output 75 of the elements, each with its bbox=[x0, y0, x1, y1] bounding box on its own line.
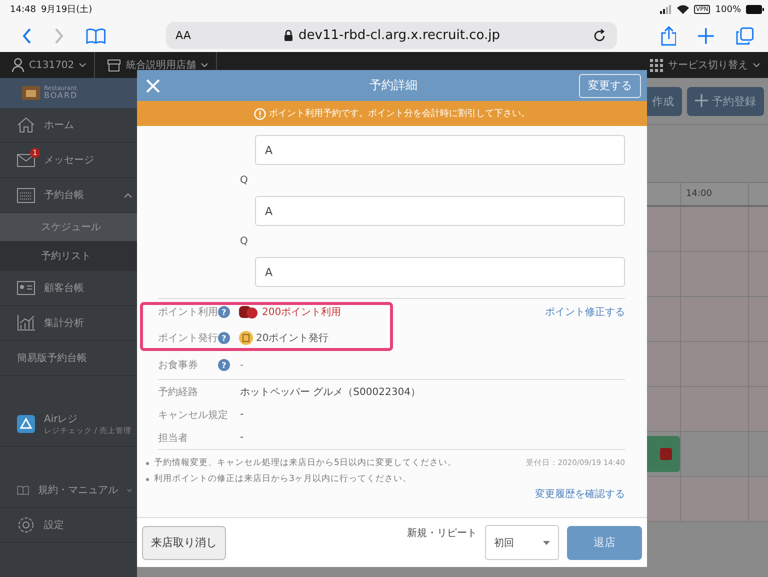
new-tab-icon[interactable] bbox=[698, 28, 714, 44]
bullet-icon bbox=[146, 478, 149, 480]
edit-button[interactable]: 変更する bbox=[579, 74, 641, 98]
point-value: 200ポイント利用 bbox=[262, 306, 342, 319]
dialog-title: 予約詳細 bbox=[370, 77, 418, 94]
plus-icon bbox=[695, 94, 708, 106]
address-bar[interactable]: AA dev11-rbd-cl.arg.x.recruit.co.jp bbox=[166, 22, 617, 49]
point-edit-link[interactable]: ポイント修正する bbox=[545, 305, 625, 319]
settings-icon bbox=[17, 516, 35, 534]
detail-value: ホットペッパー グルメ（S00022304） bbox=[240, 386, 420, 398]
help-icon[interactable]: ? bbox=[218, 332, 230, 344]
detail-value: - bbox=[240, 409, 244, 420]
detail-label: 担当者 bbox=[158, 432, 189, 444]
battery-percent: 100% bbox=[715, 4, 741, 14]
answer-field[interactable]: A bbox=[255, 196, 625, 226]
back-icon[interactable] bbox=[22, 28, 32, 44]
caret-icon bbox=[201, 63, 208, 67]
answer-field[interactable]: A bbox=[255, 135, 625, 165]
create-button[interactable]: 作成 bbox=[644, 86, 682, 116]
battery-icon bbox=[746, 5, 764, 14]
point-label: ポイント利用 bbox=[158, 306, 218, 319]
repeat-label: 新規・リピート bbox=[407, 526, 477, 540]
detail-label: キャンセル規定 bbox=[158, 408, 229, 422]
text-size-button[interactable]: AA bbox=[176, 29, 191, 42]
share-icon[interactable] bbox=[660, 26, 676, 46]
question-label: Q bbox=[240, 236, 248, 247]
help-icon[interactable]: ? bbox=[218, 359, 230, 371]
caret-icon bbox=[79, 63, 86, 67]
repeat-select[interactable]: 初回 bbox=[485, 525, 559, 560]
detail-label: 予約経路 bbox=[158, 386, 199, 398]
bookmarks-icon[interactable] bbox=[86, 28, 106, 44]
point-value: 20ポイント発行 bbox=[256, 332, 329, 345]
bullet-icon bbox=[146, 462, 149, 464]
point-label: ポイント発行 bbox=[158, 332, 218, 345]
calendar-icon bbox=[17, 187, 35, 203]
sidebar-subitem[interactable]: 予約リスト bbox=[0, 242, 137, 271]
home-icon bbox=[17, 117, 35, 133]
reload-icon[interactable] bbox=[592, 28, 607, 42]
tabs-icon[interactable] bbox=[736, 26, 754, 44]
status-time: 14:48 bbox=[10, 4, 36, 14]
lock-icon bbox=[284, 30, 293, 41]
chart-icon bbox=[17, 315, 35, 331]
change-history-link[interactable]: 変更履歴を確認する bbox=[535, 487, 625, 501]
detail-value: - bbox=[240, 432, 244, 443]
triangle-app-icon bbox=[17, 415, 35, 433]
status-date: 9月19日(土) bbox=[40, 4, 92, 16]
checkout-button[interactable]: 退店 bbox=[567, 526, 642, 560]
add-reservation-button[interactable]: 予約登録 bbox=[687, 86, 764, 116]
answer-field[interactable]: A bbox=[255, 257, 625, 287]
account-menu[interactable]: C131702 bbox=[0, 52, 94, 78]
caret-icon bbox=[753, 63, 760, 67]
meal-ticket-value: - bbox=[240, 360, 244, 370]
help-icon[interactable]: ? bbox=[218, 306, 230, 318]
signal-icon bbox=[660, 5, 672, 14]
url-text: dev11-rbd-cl.arg.x.recruit.co.jp bbox=[298, 28, 500, 43]
warning-icon bbox=[254, 108, 266, 120]
wifi-icon bbox=[677, 5, 690, 14]
store-icon bbox=[107, 58, 122, 72]
meal-ticket-label: お食事券 bbox=[158, 358, 199, 372]
point-coin-icon bbox=[239, 331, 253, 345]
contact-card-icon bbox=[17, 281, 35, 295]
close-icon[interactable] bbox=[146, 78, 160, 92]
point-coins-icon bbox=[239, 305, 259, 319]
note-text: 予約情報変更、キャンセル処理は来店日から5日以内に変更してください。 bbox=[154, 457, 456, 469]
notice-text: ポイント利用予約です。ポイント分を会計時に割引して下さい。 bbox=[269, 108, 530, 120]
user-icon bbox=[12, 58, 24, 72]
dropdown-arrow-icon bbox=[543, 540, 550, 544]
sidebar-subitem[interactable]: スケジュール bbox=[0, 213, 137, 242]
cancel-visit-button[interactable]: 来店取り消し bbox=[142, 526, 226, 560]
time-header: 14:00 bbox=[680, 183, 748, 205]
note-text: 利用ポイントの修正は来店日から3ヶ月以内に行ってください。 bbox=[154, 473, 412, 485]
grid-icon bbox=[650, 58, 663, 72]
envelope-icon bbox=[17, 154, 35, 166]
service-switch-menu[interactable]: サービス切り替え bbox=[638, 52, 768, 78]
question-label: Q bbox=[240, 175, 248, 186]
